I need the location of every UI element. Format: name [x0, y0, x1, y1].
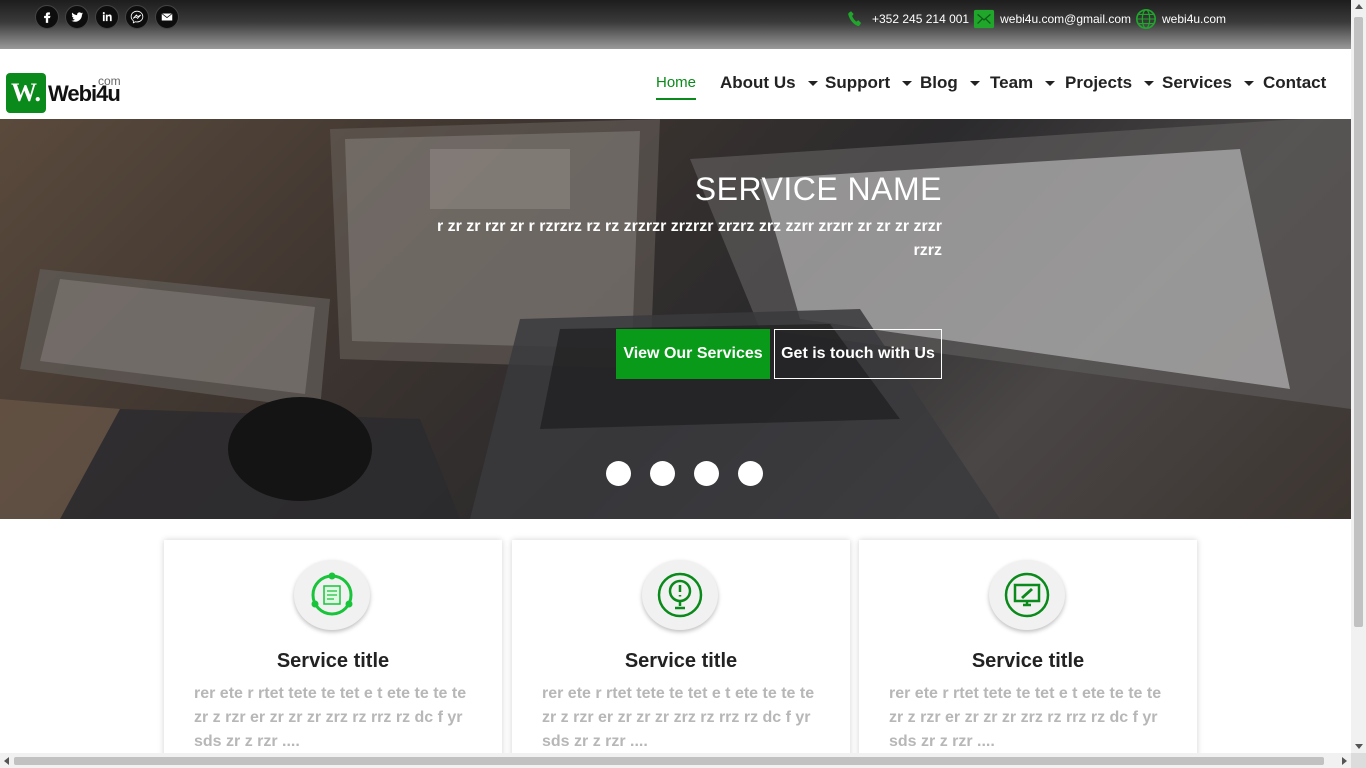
nav-item-about-us[interactable]: About Us: [720, 73, 818, 93]
top-bar: +352 245 214 001 webi4u.com@gmail.com we…: [0, 0, 1351, 49]
get-in-touch-button[interactable]: Get is touch with Us: [774, 329, 942, 379]
monitor-edit-icon: [1004, 572, 1050, 618]
website-contact[interactable]: webi4u.com: [1135, 7, 1226, 31]
nav-item-support[interactable]: Support: [825, 73, 913, 93]
nav-label: Services: [1162, 73, 1232, 92]
document-cycle-icon: [311, 572, 353, 616]
service-description: rer ete r rtet tete te tet e t ete te te…: [542, 685, 815, 750]
messenger-icon[interactable]: [125, 5, 149, 29]
slide-dot-1[interactable]: [606, 461, 631, 486]
scroll-up-arrow-icon[interactable]: [1355, 4, 1363, 9]
scroll-down-arrow-icon[interactable]: [1355, 744, 1363, 749]
nav-label: Blog: [920, 73, 958, 92]
page: +352 245 214 001 webi4u.com@gmail.com we…: [0, 0, 1366, 768]
caret-down-icon: [807, 80, 818, 86]
nav-item-home[interactable]: Home: [656, 74, 697, 100]
service-title: Service title: [624, 650, 738, 672]
nav-item-blog[interactable]: Blog: [920, 73, 980, 93]
service-card[interactable]: Service title rer ete r rtet tete te tet…: [164, 540, 502, 768]
nav-label: Contact: [1263, 73, 1327, 92]
horizontal-scroll-thumb[interactable]: [14, 757, 1324, 765]
email-contact[interactable]: webi4u.com@gmail.com: [973, 7, 1131, 31]
phone-icon: [848, 11, 862, 26]
logo-mark: W.: [6, 73, 46, 113]
service-description: rer ete r rtet tete te tet e t ete te te…: [889, 685, 1162, 750]
hero-description: r zr zr rzr zr r rzrzrz rz rz zrzrzr zrz…: [436, 218, 942, 259]
scroll-right-arrow-icon[interactable]: [1342, 757, 1347, 765]
vertical-scroll-thumb[interactable]: [1354, 17, 1363, 627]
nav-item-contact[interactable]: Contact: [1263, 73, 1326, 93]
envelope-icon: [974, 9, 995, 29]
horizontal-scrollbar[interactable]: [0, 753, 1351, 768]
caret-down-icon: [1243, 80, 1254, 86]
scroll-left-arrow-icon[interactable]: [4, 757, 9, 765]
service-icon-circle: [642, 560, 718, 630]
phone-contact[interactable]: +352 245 214 001: [845, 7, 969, 31]
nav-item-projects[interactable]: Projects: [1065, 73, 1155, 93]
hero-slider: SERVICE NAME r zr zr rzr zr r rzrzrz rz …: [0, 119, 1351, 519]
caret-down-icon: [902, 80, 913, 86]
service-title: Service title: [971, 650, 1085, 672]
twitter-icon[interactable]: [65, 5, 89, 29]
nav-label: Home: [656, 74, 697, 91]
mail-icon[interactable]: [155, 5, 179, 29]
nav-label: About Us: [720, 73, 796, 92]
social-links: [35, 5, 179, 29]
view-services-button[interactable]: View Our Services: [616, 329, 770, 379]
service-icon-circle: [989, 560, 1065, 630]
nav-label: Team: [990, 73, 1034, 92]
nav-item-team[interactable]: Team: [990, 73, 1056, 93]
slide-dot-4[interactable]: [738, 461, 763, 486]
linkedin-icon[interactable]: [95, 5, 119, 29]
slide-dot-2[interactable]: [650, 461, 675, 486]
slider-indicators: [606, 461, 763, 486]
slide-dot-3[interactable]: [694, 461, 719, 486]
nav-item-services[interactable]: Services: [1162, 73, 1254, 93]
facebook-icon[interactable]: [35, 5, 59, 29]
service-card[interactable]: Service title rer ete r rtet tete te tet…: [512, 540, 850, 768]
search-alert-icon: [657, 572, 703, 618]
nav-label: Projects: [1065, 73, 1133, 92]
service-description: rer ete r rtet tete te tet e t ete te te…: [194, 685, 467, 750]
site-logo[interactable]: W. Webi4u com: [6, 68, 151, 113]
nav-label: Support: [825, 73, 891, 92]
vertical-scrollbar[interactable]: [1351, 0, 1366, 753]
caret-down-icon: [1045, 80, 1056, 86]
service-icon-circle: [294, 560, 370, 630]
caret-down-icon: [969, 80, 980, 86]
logo-suffix: com: [98, 74, 121, 88]
hero-title: SERVICE NAME: [694, 171, 942, 207]
caret-down-icon: [1144, 80, 1155, 86]
phone-number: +352 245 214 001: [872, 12, 970, 26]
globe-icon: [1136, 9, 1157, 29]
scrollbar-corner: [1351, 753, 1366, 768]
service-card[interactable]: Service title rer ete r rtet tete te tet…: [859, 540, 1197, 768]
main-navbar: W. Webi4u com Home About Us Support Blog…: [0, 49, 1351, 119]
email-address: webi4u.com@gmail.com: [1000, 12, 1132, 26]
hero-background-image: [0, 119, 1351, 519]
service-title: Service title: [276, 650, 390, 672]
contact-info: +352 245 214 001 webi4u.com@gmail.com we…: [845, 7, 1230, 31]
website-url: webi4u.com: [1162, 12, 1227, 26]
